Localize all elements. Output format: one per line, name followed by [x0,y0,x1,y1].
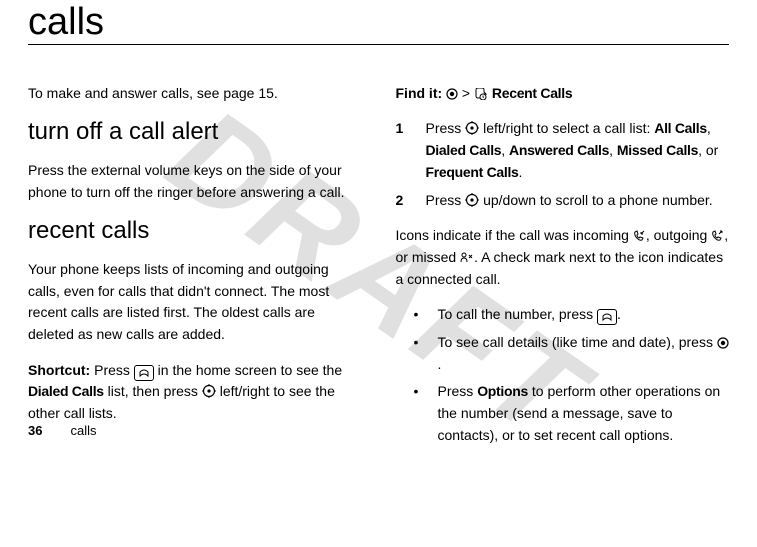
missed-call-icon [460,249,474,265]
center-key-icon [717,334,729,350]
footer-section: calls [70,423,96,438]
step-1-text-d: , [501,142,509,158]
bullet-2-text-b: . [438,356,442,372]
step-2: 2 Press up/down to scroll to a phone num… [396,190,730,212]
send-key-icon [597,309,617,325]
right-column: Find it: > Recent Calls 1 Press left/rig… [396,69,730,453]
recent-calls-text: Your phone keeps lists of incoming and o… [28,259,362,346]
nav-key-icon [465,192,479,208]
step-1-text-b: left/right to select a call list: [479,120,654,136]
find-it-line: Find it: > Recent Calls [396,83,730,105]
nav-key-icon [202,383,216,399]
bullet-2-body: To see call details (like time and date)… [438,332,730,375]
step-1-text-a: Press [426,120,466,136]
bullet-2-text-a: To see call details (like time and date)… [438,334,717,350]
intro-text: To make and answer calls, see page 15. [28,83,362,105]
dialed-calls-label: Dialed Calls [426,142,502,158]
page-number: 36 [28,423,42,438]
page-content: calls To make and answer calls, see page… [0,0,757,452]
missed-calls-label: Missed Calls [617,142,698,158]
heading-recent-calls: recent calls [28,217,362,245]
find-it-menu-label: Recent Calls [492,85,572,101]
bullet-1: • To call the number, press . [414,304,730,326]
shortcut-text-1: Press [90,362,134,378]
step-2-text-a: Press [426,192,466,208]
step-2-number: 2 [396,190,410,212]
shortcut-text-3: list, then press [104,383,202,399]
step-2-body: Press up/down to scroll to a phone numbe… [426,190,713,212]
bullet-dot: • [414,332,424,375]
center-key-icon [446,85,458,101]
page-title: calls [28,0,729,45]
step-1-number: 1 [396,118,410,183]
bullet-3: • Press Options to perform other operati… [414,381,730,446]
shortcut-text-2: in the home screen to see the [154,362,342,378]
step-2-text-b: up/down to scroll to a phone number. [479,192,712,208]
options-label: Options [477,383,528,399]
find-it-gt: > [458,85,474,101]
shortcut-label: Shortcut: [28,362,90,378]
find-it-label: Find it: [396,85,447,101]
bullet-dot: • [414,381,424,446]
heading-turn-off-alert: turn off a call alert [28,118,362,146]
icons-text-a: Icons indicate if the call was incoming [396,227,633,243]
answered-calls-label: Answered Calls [509,142,609,158]
bullet-2: • To see call details (like time and dat… [414,332,730,375]
turn-off-alert-text: Press the external volume keys on the si… [28,160,362,203]
incoming-call-icon [633,227,646,243]
step-1: 1 Press left/right to select a call list… [396,118,730,183]
step-1-text-e: , [609,142,617,158]
bullet-dot: • [414,304,424,326]
frequent-calls-label: Frequent Calls [426,164,519,180]
icons-text-b: , outgoing [646,227,711,243]
send-key-icon [134,365,154,381]
shortcut-dialed-calls: Dialed Calls [28,383,104,399]
outgoing-call-icon [711,227,724,243]
bullet-1-body: To call the number, press . [438,304,621,326]
nav-key-icon [465,120,479,136]
bullet-3-body: Press Options to perform other operation… [438,381,730,446]
step-1-text-f: , or [698,142,718,158]
step-1-text-g: . [519,164,523,180]
left-column: To make and answer calls, see page 15. t… [28,69,362,453]
two-column-layout: To make and answer calls, see page 15. t… [28,69,729,453]
bullet-1-text-b: . [617,306,621,322]
page-footer: 36 calls [28,423,96,438]
recent-calls-icon [474,85,488,101]
all-calls-label: All Calls [654,120,707,136]
bullet-3-text-a: Press [438,383,478,399]
bullet-1-text-a: To call the number, press [438,306,598,322]
step-1-body: Press left/right to select a call list: … [426,118,730,183]
step-1-text-c: , [707,120,711,136]
icons-paragraph: Icons indicate if the call was incoming … [396,225,730,290]
shortcut-paragraph: Shortcut: Press in the home screen to se… [28,360,362,425]
